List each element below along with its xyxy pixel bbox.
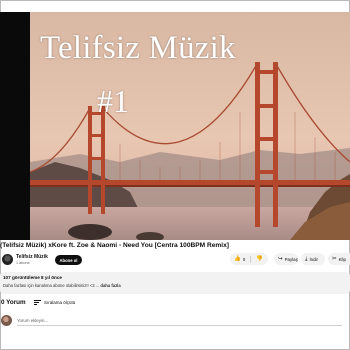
channel-avatar[interactable]: [2, 254, 13, 265]
overlay-title: Telifsiz Müzik: [40, 30, 236, 66]
comments-count: 0 Yorum: [1, 299, 26, 306]
dislike-icon[interactable]: 👎: [256, 256, 263, 262]
sort-icon: [34, 300, 41, 305]
like-count[interactable]: 0: [243, 257, 245, 262]
comment-input[interactable]: [17, 316, 342, 326]
download-label: İndir: [309, 256, 318, 262]
show-more-link[interactable]: daha fazla: [100, 283, 120, 288]
user-avatar: [1, 315, 12, 326]
channel-name[interactable]: Telifsiz Müzik: [16, 254, 48, 260]
description-box[interactable]: 107 görüntüleme 8 yıl önce Daha fazlası …: [0, 272, 350, 294]
view-stats: 107 görüntüleme 8 yıl önce: [3, 275, 62, 280]
share-label: Paylaş: [284, 256, 298, 262]
subscriber-count: 1 abone: [16, 261, 30, 265]
sort-button[interactable]: Sıralama ölçütü: [34, 300, 75, 305]
video-player[interactable]: Telifsiz Müzik #1: [0, 12, 350, 240]
description-text: Daha fazlası için kanalıma abone olabili…: [3, 283, 121, 288]
sort-label: Sıralama ölçütü: [44, 300, 76, 305]
overlay-number: #1: [97, 83, 129, 119]
like-icon[interactable]: 👍: [234, 256, 241, 262]
description-snippet: Daha fazlası için kanalıma abone olabili…: [3, 283, 100, 288]
subscribe-button[interactable]: Abone ol: [55, 255, 82, 265]
clip-button[interactable]: ✂ Klip: [328, 253, 350, 265]
download-icon: ⤓: [305, 255, 308, 262]
share-icon: ↪: [278, 256, 283, 262]
clip-label: Klip: [338, 256, 346, 262]
like-divider: [250, 255, 252, 263]
comments-header: 0 Yorum Sıralama ölçütü: [0, 298, 350, 308]
like-dislike-group: 👍 0 👎: [230, 253, 268, 265]
clip-icon: ✂: [332, 256, 337, 262]
video-title: (Telifsiz Müzik) xKore ft. Zoe & Naomi -…: [0, 242, 229, 249]
share-button[interactable]: ↪ Paylaş: [274, 253, 298, 265]
download-button[interactable]: ⤓ İndir: [301, 253, 325, 265]
